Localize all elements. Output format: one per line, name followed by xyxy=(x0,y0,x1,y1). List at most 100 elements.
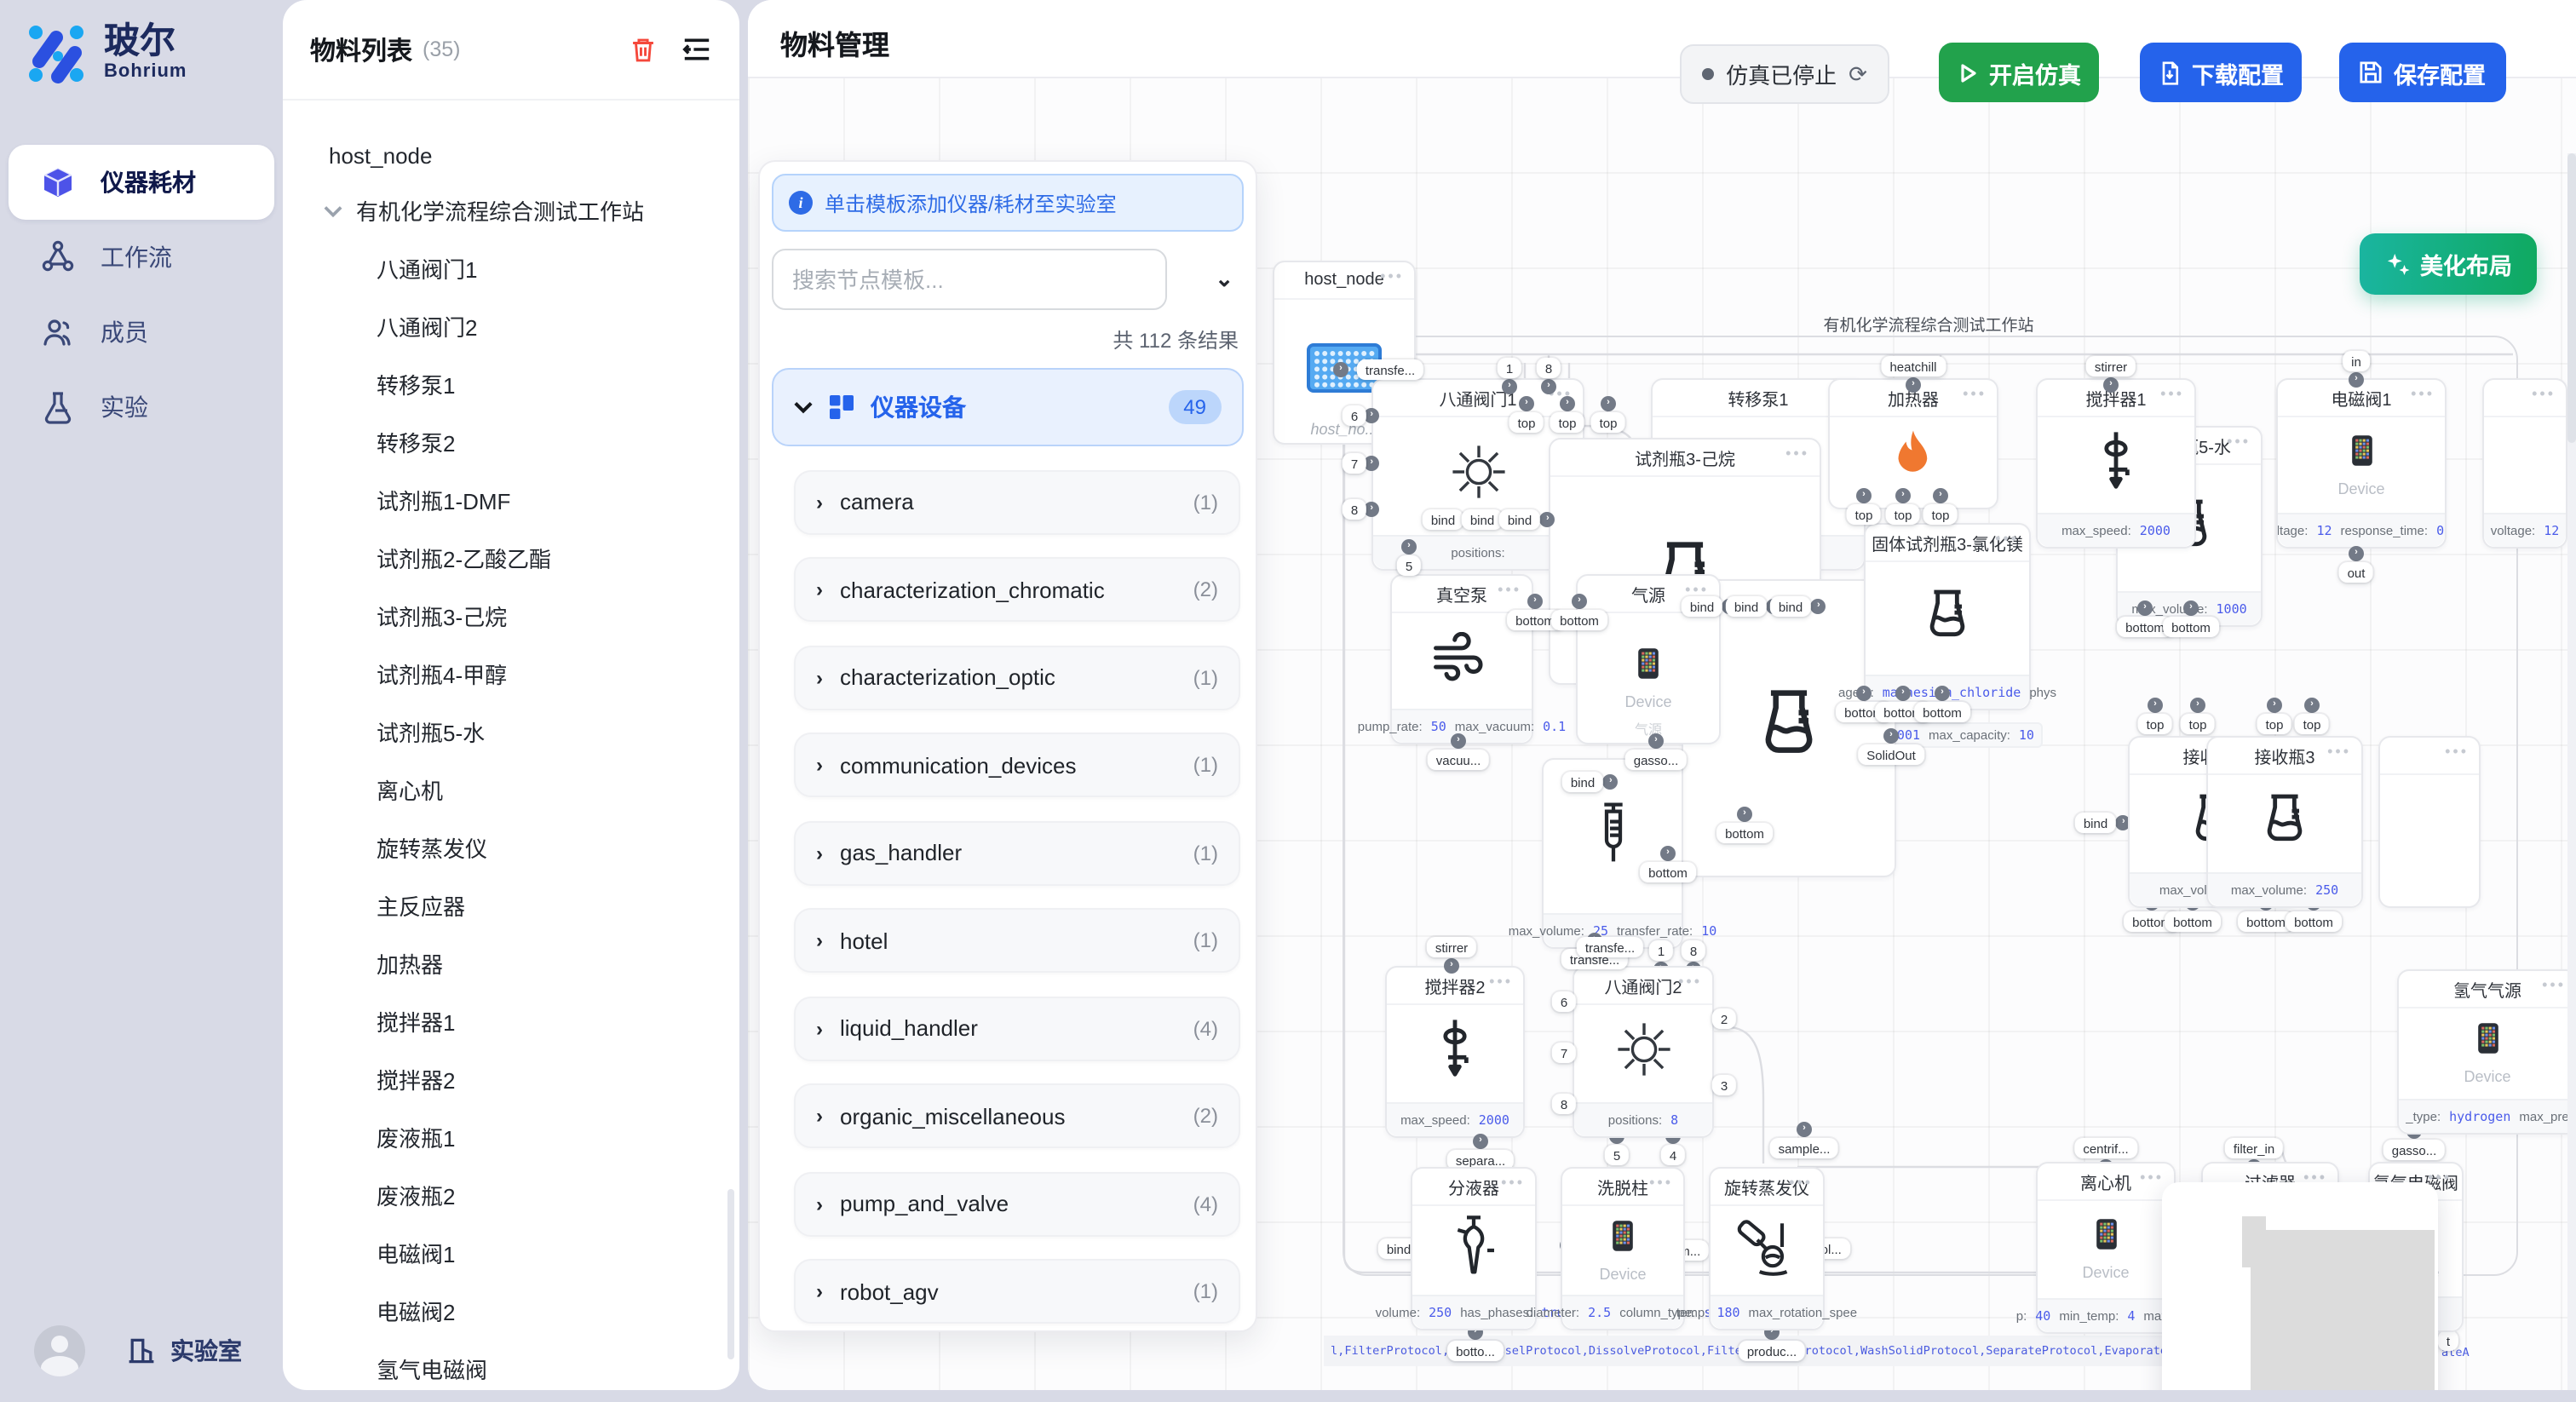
port-dot-icon[interactable]: › xyxy=(2190,698,2205,713)
node-elution-column[interactable]: 洗脱柱•••Devicediameter:2.5column_type:si xyxy=(1561,1167,1685,1330)
port-dot-icon[interactable]: › xyxy=(2349,546,2364,561)
port-top[interactable]: top xyxy=(2257,714,2292,734)
download-config-button[interactable]: 下载配置 xyxy=(2140,43,2302,102)
port-top[interactable]: top xyxy=(1847,504,1882,525)
category-gas_handler[interactable]: ›gas_handler(1) xyxy=(794,820,1240,885)
chevron-down-icon[interactable]: ⌄ xyxy=(1215,266,1233,293)
port-dot-icon[interactable]: › xyxy=(1601,396,1616,411)
port-dot-icon[interactable]: › xyxy=(1883,728,1899,744)
search-input[interactable] xyxy=(772,249,1167,310)
node-menu-icon[interactable]: ••• xyxy=(2227,433,2251,450)
node-menu-icon[interactable]: ••• xyxy=(1489,973,1513,990)
port-dot-icon[interactable]: › xyxy=(1811,599,1826,614)
port-dot-icon[interactable]: › xyxy=(1519,396,1534,411)
port-top[interactable]: top xyxy=(1923,504,1958,525)
tree-item[interactable]: 废液瓶2 xyxy=(283,1165,729,1223)
port-dot-icon[interactable]: › xyxy=(1895,686,1911,701)
port-bind[interactable]: bind xyxy=(1682,596,1722,617)
category-pump_and_valve[interactable]: ›pump_and_valve(4) xyxy=(794,1171,1240,1236)
port-dot-icon[interactable]: › xyxy=(1856,488,1872,503)
port-stirrer[interactable]: stirrer xyxy=(2086,356,2136,376)
port-vacuu[interactable]: vacuu... xyxy=(1428,750,1490,770)
port-bottom[interactable]: bottom xyxy=(1716,823,1773,843)
port-bottom[interactable]: bottom xyxy=(1551,610,1607,630)
port-dot-icon[interactable]: › xyxy=(1856,686,1872,701)
port-dot-icon[interactable]: › xyxy=(1540,512,1555,527)
logo[interactable]: 玻尔 Bohrium xyxy=(22,19,187,87)
port-dot-icon[interactable]: › xyxy=(1541,379,1556,394)
port-dot-icon[interactable]: › xyxy=(2148,698,2163,713)
port-filter_in[interactable]: filter_in xyxy=(2225,1138,2283,1158)
start-simulation-button[interactable]: 开启仿真 xyxy=(1939,43,2099,102)
port-botto[interactable]: botto... xyxy=(1447,1341,1504,1361)
category-characterization_optic[interactable]: ›characterization_optic(1) xyxy=(794,645,1240,710)
port-heatchill[interactable]: heatchill xyxy=(1881,356,1945,376)
node-menu-icon[interactable]: ••• xyxy=(2445,743,2469,760)
category-liquid_handler[interactable]: ›liquid_handler(4) xyxy=(794,996,1240,1060)
materials-scrollbar[interactable] xyxy=(727,1189,734,1359)
port-1[interactable]: 1 xyxy=(1649,940,1673,961)
node-h2-gas-source[interactable]: 氢气气源•••Device_type:hydrogenmax_pre xyxy=(2397,969,2576,1135)
node-solid-reagent-3[interactable]: 固体试剂瓶3-氯化镁•••agent:magnesium_chloridephy… xyxy=(1864,523,2031,710)
port-dot-icon[interactable]: › xyxy=(1797,1122,1812,1137)
port-dot-icon[interactable]: › xyxy=(2267,698,2282,713)
port-bottom[interactable]: bottom xyxy=(2165,911,2221,932)
port-top[interactable]: top xyxy=(2181,714,2216,734)
port-dot-icon[interactable]: › xyxy=(1527,594,1543,609)
sim-status-pill[interactable]: 仿真已停止 ⟳ xyxy=(1680,44,1889,104)
port-4[interactable]: 4 xyxy=(1661,1145,1685,1165)
beautify-layout-button[interactable]: 美化布局 xyxy=(2360,233,2537,295)
node-menu-icon[interactable]: ••• xyxy=(1678,973,1702,990)
port-3[interactable]: 3 xyxy=(1712,1075,1736,1095)
node-menu-icon[interactable]: ••• xyxy=(1789,1174,1813,1191)
port-bind[interactable]: bind xyxy=(1770,596,1811,617)
sidebar-item-instruments[interactable]: 仪器耗材 xyxy=(9,145,274,220)
port-7[interactable]: 7 xyxy=(1343,453,1366,474)
port-bind[interactable]: bind xyxy=(1562,772,1603,792)
node-menu-icon[interactable]: ••• xyxy=(2140,1169,2164,1186)
category-communication_devices[interactable]: ›communication_devices(1) xyxy=(794,733,1240,797)
tree-item[interactable]: 电磁阀1 xyxy=(283,1223,729,1281)
port-bind[interactable]: bind xyxy=(1726,596,1767,617)
section-instruments[interactable]: 仪器设备 49 xyxy=(772,368,1244,446)
node-menu-icon[interactable]: ••• xyxy=(1380,267,1404,284)
port-8[interactable]: 8 xyxy=(1552,1094,1576,1114)
node-menu-icon[interactable]: ••• xyxy=(2327,743,2351,760)
port-dot-icon[interactable]: › xyxy=(2183,600,2199,616)
port-dot-icon[interactable]: › xyxy=(1364,502,1379,517)
category-robot_agv[interactable]: ›robot_agv(1) xyxy=(794,1259,1240,1324)
port-bottom[interactable]: bottom xyxy=(1640,862,1696,882)
port-bottom[interactable]: bottom xyxy=(2163,617,2219,637)
port-top[interactable]: top xyxy=(2295,714,2330,734)
port-dot-icon[interactable]: › xyxy=(1401,539,1417,554)
port-transfe[interactable]: transfe... xyxy=(1577,937,1643,957)
port-dot-icon[interactable]: › xyxy=(1572,594,1587,609)
node-side-card[interactable]: ••• xyxy=(2378,736,2481,908)
port-dot-icon[interactable]: › xyxy=(2349,372,2364,388)
node-eight-valve-2[interactable]: 八通阀门2•••positions:8 xyxy=(1573,966,1714,1138)
port-bind[interactable]: bind xyxy=(1462,509,1503,530)
port-dot-icon[interactable]: › xyxy=(2304,698,2320,713)
tree-item[interactable]: 搅拌器2 xyxy=(283,1049,729,1107)
port-5[interactable]: 5 xyxy=(1605,1145,1629,1165)
trash-icon[interactable] xyxy=(629,35,658,64)
node-vacuum-pump[interactable]: 真空泵•••pump_rate:50max_vacuum:0.1 xyxy=(1390,574,1533,744)
port-8[interactable]: 8 xyxy=(1682,940,1705,961)
node-solenoid-valve-1[interactable]: 电磁阀1•••Devicevoltage:12response_time:0.1 xyxy=(2276,378,2447,549)
port-6[interactable]: 6 xyxy=(1343,405,1366,426)
port-gasso[interactable]: gasso... xyxy=(1625,750,1688,770)
tree-group[interactable]: 有机化学流程综合测试工作站 xyxy=(283,182,729,238)
port-8[interactable]: 8 xyxy=(1343,499,1366,520)
tree-item[interactable]: 试剂瓶3-己烷 xyxy=(283,586,729,644)
node-menu-icon[interactable]: ••• xyxy=(2428,1169,2452,1186)
port-5[interactable]: 5 xyxy=(1397,555,1421,576)
tree-root[interactable]: host_node xyxy=(283,129,729,182)
tree-item[interactable]: 试剂瓶5-水 xyxy=(283,702,729,760)
port-top[interactable]: top xyxy=(1509,412,1544,433)
node-rotary-evaporator[interactable]: 旋转蒸发仪•••temp:180max_rotation_spee xyxy=(1709,1167,1825,1330)
tree-item[interactable]: 氢气电磁阀 xyxy=(283,1339,729,1390)
category-camera[interactable]: ›camera(1) xyxy=(794,469,1240,534)
port-bind[interactable]: bind xyxy=(1499,509,1540,530)
port-2[interactable]: 2 xyxy=(1712,1008,1736,1029)
port-in[interactable]: in xyxy=(2343,351,2370,371)
